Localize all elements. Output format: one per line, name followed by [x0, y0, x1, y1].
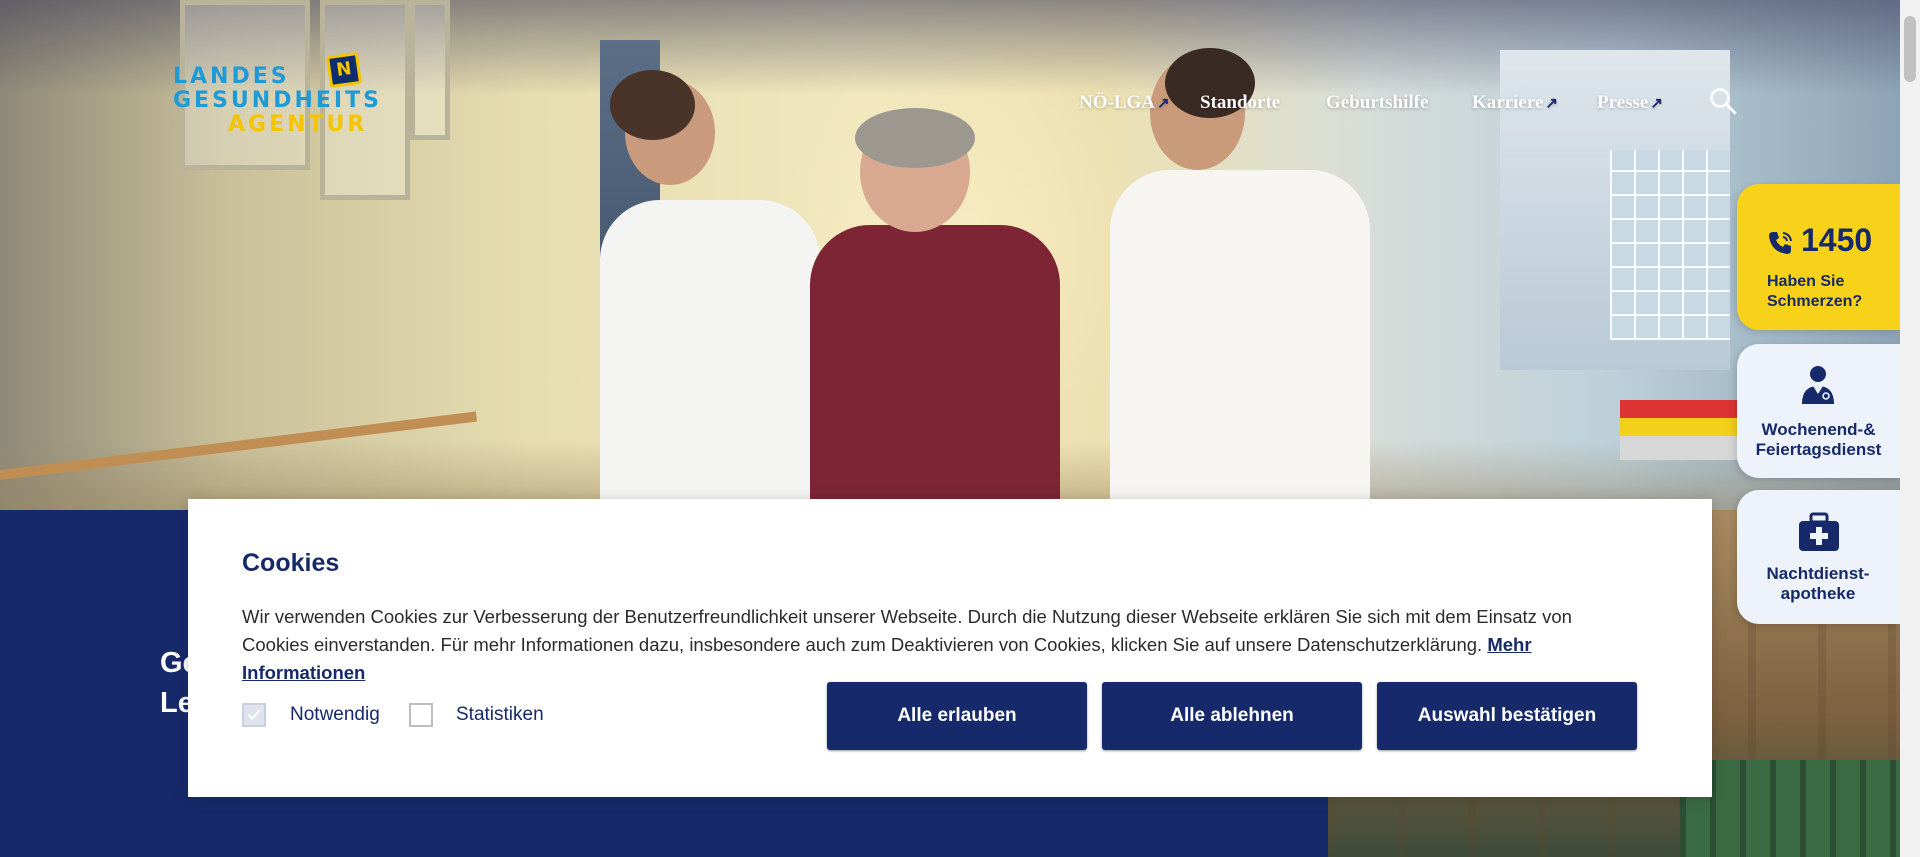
nav-item-standorte[interactable]: Standorte — [1200, 92, 1280, 114]
scrollbar-thumb[interactable] — [1904, 16, 1916, 82]
external-link-icon: ↗ — [1545, 96, 1558, 112]
nav-label: Standorte — [1200, 92, 1281, 113]
logo[interactable]: LANDES GESUNDHEITS AGENTUR N — [173, 50, 383, 140]
hotline-1450-card[interactable]: 1450 Haben Sie Schmerzen? — [1737, 184, 1900, 330]
logo-text-line1: LANDES — [173, 64, 290, 89]
hotline-label: Haben Sie Schmerzen? — [1767, 273, 1863, 310]
medical-kit-icon — [1799, 512, 1839, 551]
nav-item-geburtshilfe[interactable]: Geburtshilfe — [1326, 92, 1428, 114]
cookie-title: Cookies — [242, 549, 340, 577]
weekend-service-card[interactable]: Wochenend-& Feiertagsdienst — [1737, 344, 1900, 478]
weekend-service-label: Wochenend-& Feiertagsdienst — [1755, 420, 1882, 459]
hotline-number: 1450 — [1801, 222, 1873, 258]
cookie-banner: Cookies Wir verwenden Cookies zur Verbes… — [188, 499, 1712, 797]
checkbox-necessary[interactable] — [242, 703, 266, 727]
night-pharmacy-card[interactable]: Nachtdienst-apotheke — [1737, 490, 1900, 624]
allow-all-button[interactable]: Alle erlauben — [827, 682, 1087, 750]
night-pharmacy-label: Nachtdienst-apotheke — [1766, 564, 1870, 603]
logo-badge-icon: N — [325, 51, 363, 89]
nav-label: Karriere — [1472, 92, 1544, 113]
logo-text-line2: GESUNDHEITS — [173, 88, 382, 113]
checkmark-icon — [247, 709, 261, 721]
external-link-icon: ↗ — [1157, 96, 1170, 112]
phone-icon — [1769, 232, 1792, 254]
cookie-text: Wir verwenden Cookies zur Verbesserung d… — [242, 606, 1572, 655]
nav-item-presse[interactable]: Presse ↗ — [1597, 92, 1663, 114]
doctor-icon — [1802, 366, 1834, 404]
checkbox-necessary-label[interactable]: Notwendig — [290, 704, 380, 726]
nav-label: Presse — [1597, 92, 1649, 113]
deny-all-button[interactable]: Alle ablehnen — [1102, 682, 1362, 750]
checkbox-statistics-label[interactable]: Statistiken — [456, 704, 544, 726]
checkbox-statistics[interactable] — [409, 703, 433, 727]
section-image-detail — [1680, 760, 1900, 857]
logo-text-line3: AGENTUR — [228, 112, 368, 137]
confirm-selection-button[interactable]: Auswahl bestätigen — [1377, 682, 1637, 750]
external-link-icon: ↗ — [1650, 96, 1663, 112]
nav-item-noe-lga[interactable]: NÖ-LGA ↗ — [1079, 92, 1170, 114]
page-scrollbar[interactable] — [1900, 0, 1920, 857]
nav-label: Geburtshilfe — [1326, 92, 1429, 113]
search-icon[interactable] — [1708, 86, 1738, 116]
cookie-description: Wir verwenden Cookies zur Verbesserung d… — [242, 603, 1642, 687]
nav-label: NÖ-LGA — [1079, 92, 1155, 113]
nav-item-karriere[interactable]: Karriere ↗ — [1472, 92, 1558, 114]
